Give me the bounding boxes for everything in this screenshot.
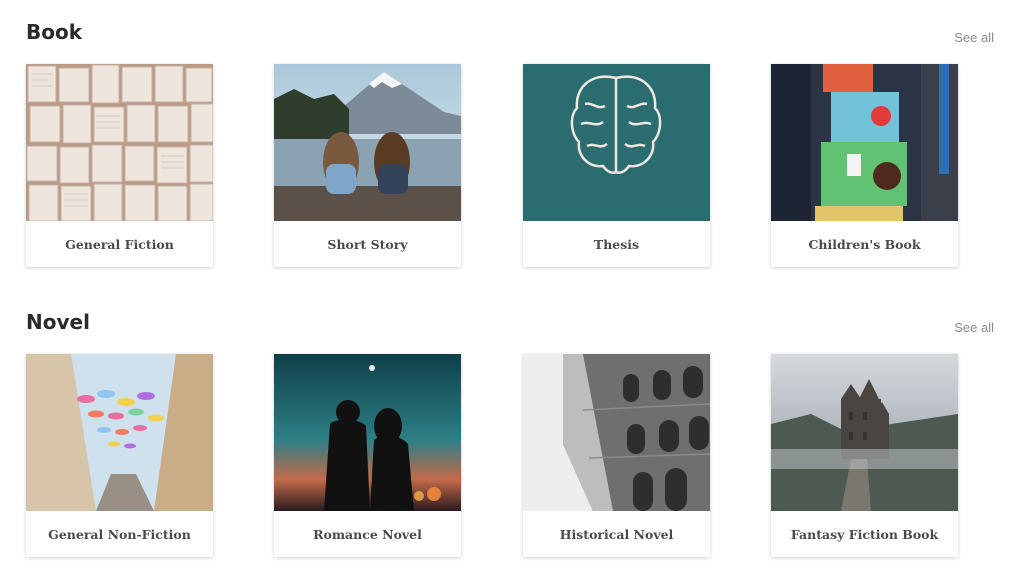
section-title: Novel bbox=[26, 310, 90, 334]
see-all-link[interactable]: See all bbox=[954, 30, 994, 45]
category-card-general-fiction[interactable]: General Fiction bbox=[26, 64, 213, 267]
category-card-historical-novel[interactable]: Historical Novel bbox=[523, 354, 710, 557]
see-all-link[interactable]: See all bbox=[954, 320, 994, 335]
card-image bbox=[523, 354, 710, 511]
category-card-romance-novel[interactable]: Romance Novel bbox=[274, 354, 461, 557]
card-label: Children's Book bbox=[808, 236, 921, 252]
card-label: General Fiction bbox=[65, 236, 174, 252]
card-label: Fantasy Fiction Book bbox=[790, 526, 939, 542]
card-image bbox=[771, 64, 958, 221]
card-image bbox=[26, 354, 213, 511]
card-image bbox=[26, 64, 213, 221]
card-image bbox=[274, 64, 461, 221]
category-card-childrens-book[interactable]: Children's Book bbox=[771, 64, 958, 267]
section-title: Book bbox=[26, 20, 83, 44]
card-label: Romance Novel bbox=[313, 526, 422, 542]
card-label: Thesis bbox=[593, 236, 640, 252]
card-grid: General Fiction Short Story Thesis Child… bbox=[26, 64, 998, 269]
card-image bbox=[274, 354, 461, 511]
card-label: Historical Novel bbox=[559, 526, 674, 542]
category-card-short-story[interactable]: Short Story bbox=[274, 64, 461, 267]
card-grid: General Non-Fiction Romance Novel Histor… bbox=[26, 354, 998, 559]
card-label: Short Story bbox=[327, 236, 408, 252]
category-card-thesis[interactable]: Thesis bbox=[523, 64, 710, 267]
category-card-fantasy-fiction-book[interactable]: Fantasy Fiction Book bbox=[771, 354, 958, 557]
category-card-general-non-fiction[interactable]: General Non-Fiction bbox=[26, 354, 213, 557]
card-image bbox=[771, 354, 958, 511]
card-image bbox=[523, 64, 710, 221]
card-label: General Non-Fiction bbox=[48, 526, 191, 542]
